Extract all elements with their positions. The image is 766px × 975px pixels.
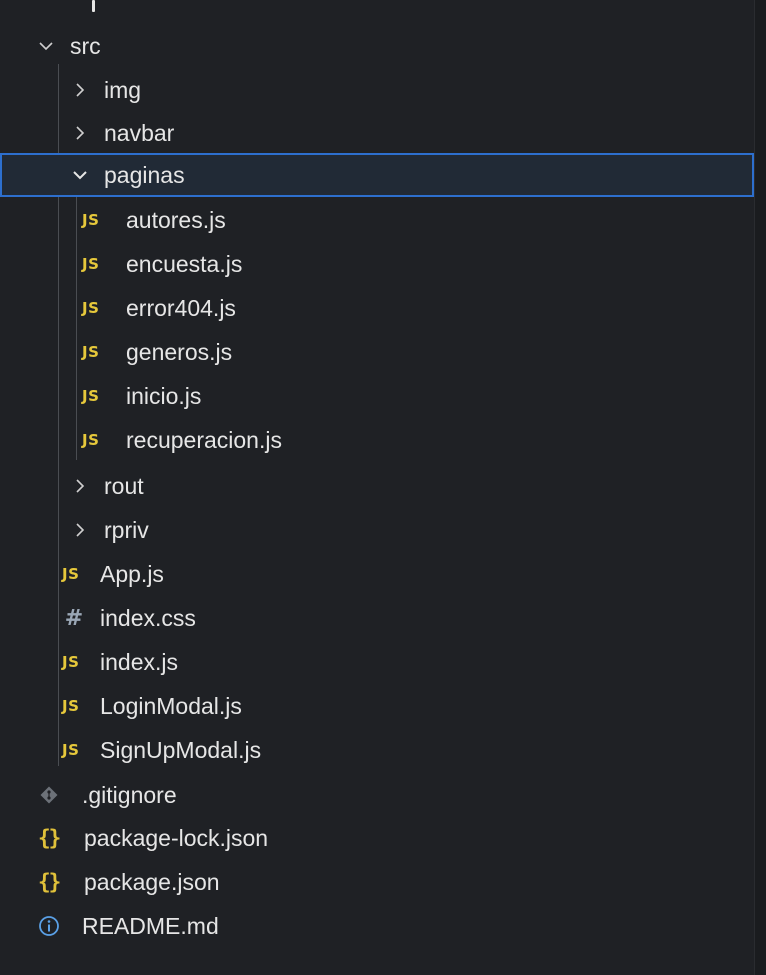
tree-file-label: generos.js bbox=[126, 338, 233, 365]
git-icon bbox=[38, 784, 72, 806]
tree-file-label: index.js bbox=[100, 648, 178, 675]
tree-folder-label: src bbox=[70, 32, 101, 59]
js-icon: JS bbox=[82, 431, 100, 449]
info-icon bbox=[38, 915, 72, 937]
tree-folder-src[interactable]: src bbox=[0, 24, 754, 68]
chevron-down-icon bbox=[70, 165, 90, 185]
file-explorer: src img navbar paginas JS autores.js JS … bbox=[0, 0, 766, 975]
js-icon: JS bbox=[82, 211, 100, 229]
js-icon: JS bbox=[62, 565, 80, 583]
tree-file-encuesta[interactable]: JS encuesta.js bbox=[0, 242, 754, 286]
tree-file-generos[interactable]: JS generos.js bbox=[0, 330, 754, 374]
collapsed-parent-remnant bbox=[0, 0, 766, 14]
tree-file-inicio[interactable]: JS inicio.js bbox=[0, 374, 754, 418]
tree-folder-navbar[interactable]: navbar bbox=[0, 111, 754, 155]
js-icon: JS bbox=[82, 387, 100, 405]
tree-file-label: error404.js bbox=[126, 294, 236, 321]
js-icon: JS bbox=[82, 299, 100, 317]
tree-file-label: index.css bbox=[100, 604, 196, 631]
tree-file-loginmodal[interactable]: JS LoginModal.js bbox=[0, 684, 754, 728]
tree-folder-rout[interactable]: rout bbox=[0, 464, 754, 508]
tree-file-label: LoginModal.js bbox=[100, 692, 242, 719]
tree-file-label: autores.js bbox=[126, 206, 226, 233]
tree-folder-label: navbar bbox=[104, 119, 175, 146]
js-icon: JS bbox=[62, 653, 80, 671]
tree-file-package-lock[interactable]: {} package-lock.json bbox=[0, 816, 754, 860]
scrollbar-track[interactable] bbox=[754, 0, 766, 975]
tree-file-signupmodal[interactable]: JS SignUpModal.js bbox=[0, 728, 754, 772]
tree-file-label: package.json bbox=[84, 868, 220, 895]
tree-file-app[interactable]: JS App.js bbox=[0, 552, 754, 596]
tree-file-label: recuperacion.js bbox=[126, 426, 282, 453]
tree-file-label: SignUpModal.js bbox=[100, 736, 262, 763]
json-braces-icon: {} bbox=[38, 826, 61, 850]
tree-file-label: encuesta.js bbox=[126, 250, 243, 277]
tree-file-label: README.md bbox=[82, 912, 219, 939]
tree-file-index-css[interactable]: # index.css bbox=[0, 596, 754, 640]
chevron-right-icon bbox=[70, 520, 90, 540]
tree-indent-line bbox=[92, 0, 95, 12]
js-icon: JS bbox=[82, 255, 100, 273]
tree-folder-rpriv[interactable]: rpriv bbox=[0, 508, 754, 552]
tree-file-gitignore[interactable]: .gitignore bbox=[0, 773, 754, 817]
tree-file-index-js[interactable]: JS index.js bbox=[0, 640, 754, 684]
tree-folder-img[interactable]: img bbox=[0, 68, 754, 112]
tree-file-label: App.js bbox=[100, 560, 164, 587]
hash-icon: # bbox=[64, 605, 84, 631]
tree-folder-label: paginas bbox=[104, 161, 185, 188]
tree-file-readme[interactable]: README.md bbox=[0, 904, 754, 948]
tree-file-label: package-lock.json bbox=[84, 824, 269, 851]
js-icon: JS bbox=[62, 741, 80, 759]
tree-file-error404[interactable]: JS error404.js bbox=[0, 286, 754, 330]
tree-folder-paginas[interactable]: paginas bbox=[0, 153, 754, 197]
tree-folder-label: rout bbox=[104, 472, 144, 499]
tree-folder-label: rpriv bbox=[104, 516, 149, 543]
tree-folder-label: img bbox=[104, 76, 142, 103]
tree-file-recuperacion[interactable]: JS recuperacion.js bbox=[0, 418, 754, 462]
tree-file-label: inicio.js bbox=[126, 382, 202, 409]
chevron-right-icon bbox=[70, 476, 90, 496]
tree-file-label: .gitignore bbox=[82, 781, 177, 808]
chevron-down-icon bbox=[36, 36, 56, 56]
chevron-right-icon bbox=[70, 80, 90, 100]
tree-file-autores[interactable]: JS autores.js bbox=[0, 198, 754, 242]
chevron-right-icon bbox=[70, 123, 90, 143]
js-icon: JS bbox=[62, 697, 80, 715]
js-icon: JS bbox=[82, 343, 100, 361]
tree-file-package-json[interactable]: {} package.json bbox=[0, 860, 754, 904]
json-braces-icon: {} bbox=[38, 870, 61, 894]
